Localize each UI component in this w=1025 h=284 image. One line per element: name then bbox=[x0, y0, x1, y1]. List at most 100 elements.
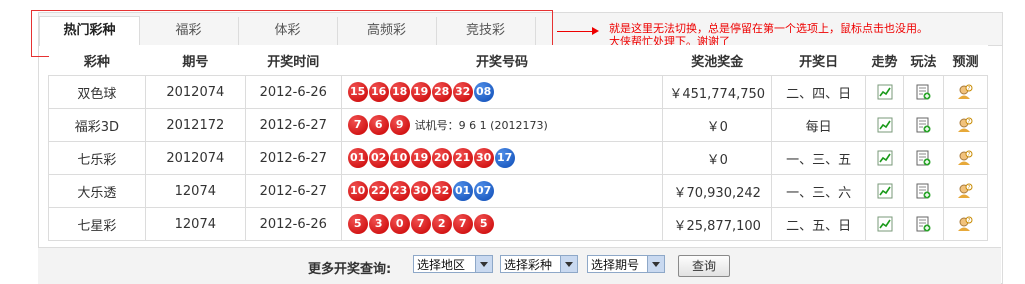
annotation-line-1: 就是这里无法切换，总是停留在第一个选项上，鼠标点击也没用。 bbox=[609, 22, 928, 35]
draw-days: 每日 bbox=[771, 108, 867, 142]
lottery-name: 七乐彩 bbox=[48, 141, 146, 175]
red-ball: 18 bbox=[389, 82, 410, 102]
jackpot-amount: ￥70,930,242 bbox=[662, 174, 773, 208]
red-ball: 32 bbox=[452, 82, 473, 102]
trend-cell bbox=[865, 75, 905, 109]
jackpot-amount: ￥451,774,750 bbox=[662, 75, 773, 109]
red-ball: 28 bbox=[431, 82, 452, 102]
red-ball: 5 bbox=[473, 214, 494, 234]
draw-days: 二、五、日 bbox=[771, 207, 867, 241]
trend-cell bbox=[865, 108, 905, 142]
forecast-icon[interactable]: ? bbox=[957, 117, 973, 133]
svg-text:?: ? bbox=[968, 119, 971, 125]
draw-date: 2012-6-27 bbox=[244, 174, 342, 208]
forecast-cell: ? bbox=[942, 174, 989, 208]
arrow-head-icon bbox=[592, 27, 599, 35]
red-ball: 16 bbox=[368, 82, 389, 102]
header-trend: 走势 bbox=[865, 45, 904, 76]
howto-cell bbox=[903, 174, 944, 208]
query-button[interactable]: 查询 bbox=[678, 255, 730, 277]
trend-chart-icon[interactable] bbox=[877, 117, 893, 133]
chevron-down-icon bbox=[560, 256, 577, 272]
red-ball: 20 bbox=[431, 148, 452, 168]
trial-number: 试机号：9 6 1 (2012173) bbox=[414, 119, 548, 132]
forecast-icon[interactable]: ? bbox=[957, 150, 973, 166]
red-ball: 6 bbox=[368, 115, 389, 135]
draw-date: 2012-6-27 bbox=[244, 141, 342, 175]
trend-chart-icon[interactable] bbox=[877, 183, 893, 199]
red-ball: 30 bbox=[473, 148, 494, 168]
select-type-value: 选择彩种 bbox=[504, 258, 553, 272]
table-header-row: 彩种 期号 开奖时间 开奖号码 奖池奖金 开奖日 走势 玩法 预测 bbox=[48, 45, 988, 76]
blue-ball: 08 bbox=[473, 82, 494, 102]
howto-cell bbox=[903, 207, 944, 241]
blue-ball: 07 bbox=[473, 181, 494, 201]
select-issue[interactable]: 选择期号 bbox=[587, 255, 665, 273]
draw-numbers: 10 22 23 30 32 01 07 bbox=[340, 174, 664, 208]
jackpot-amount: ￥25,877,100 bbox=[662, 207, 773, 241]
query-label: 更多开奖查询: bbox=[308, 262, 392, 277]
chevron-down-icon bbox=[475, 256, 492, 272]
forecast-icon[interactable]: ? bbox=[957, 183, 973, 199]
play-guide-icon[interactable] bbox=[915, 183, 931, 199]
red-ball: 10 bbox=[347, 181, 368, 201]
select-lottery-type[interactable]: 选择彩种 bbox=[500, 255, 578, 273]
table-row: 大乐透 12074 2012-6-27 10 22 23 30 32 01 07 ￥70,930,2… bbox=[48, 174, 989, 208]
forecast-cell: ? bbox=[942, 75, 989, 109]
red-ball: 10 bbox=[389, 148, 410, 168]
forecast-cell: ? bbox=[942, 141, 989, 175]
draw-numbers: 7 6 9 试机号：9 6 1 (2012173) bbox=[340, 108, 664, 142]
select-area-value: 选择地区 bbox=[417, 258, 466, 272]
lottery-name: 大乐透 bbox=[48, 174, 146, 208]
red-ball: 23 bbox=[389, 181, 410, 201]
red-ball: 7 bbox=[452, 214, 473, 234]
trend-cell bbox=[865, 141, 905, 175]
select-area[interactable]: 选择地区 bbox=[413, 255, 493, 273]
table-row: 双色球 2012074 2012-6-26 15 16 18 19 28 32 08 ￥451,77… bbox=[48, 75, 989, 109]
draw-numbers: 5307275 bbox=[340, 207, 664, 241]
play-guide-icon[interactable] bbox=[915, 84, 931, 100]
chevron-down-icon bbox=[647, 256, 664, 272]
forecast-cell: ? bbox=[942, 108, 989, 142]
play-guide-icon[interactable] bbox=[915, 216, 931, 232]
header-issue: 期号 bbox=[145, 45, 246, 76]
header-draw-days: 开奖日 bbox=[771, 45, 866, 76]
trend-cell bbox=[865, 174, 905, 208]
header-draw-time: 开奖时间 bbox=[245, 45, 342, 76]
forecast-icon[interactable]: ? bbox=[957, 84, 973, 100]
header-forecast: 预测 bbox=[943, 45, 988, 76]
table-row: 福彩3D 2012172 2012-6-27 7 6 9 试机号：9 6 1 (201217… bbox=[48, 108, 989, 142]
red-ball: 32 bbox=[431, 181, 452, 201]
trend-chart-icon[interactable] bbox=[877, 150, 893, 166]
howto-cell bbox=[903, 141, 944, 175]
red-ball: 02 bbox=[368, 148, 389, 168]
play-guide-icon[interactable] bbox=[915, 150, 931, 166]
query-bar: 更多开奖查询: 选择地区 选择彩种 选择期号 查询 bbox=[38, 247, 1001, 284]
header-howto: 玩法 bbox=[903, 45, 944, 76]
trend-chart-icon[interactable] bbox=[877, 216, 893, 232]
svg-text:?: ? bbox=[968, 218, 971, 224]
issue-number: 12074 bbox=[144, 207, 246, 241]
blue-ball: 01 bbox=[452, 181, 473, 201]
issue-number: 2012074 bbox=[144, 141, 246, 175]
play-guide-icon[interactable] bbox=[915, 117, 931, 133]
table-row: 七星彩 12074 2012-6-26 5 3 0 7 2 7 5 ￥25,877,100 二、五、日… bbox=[48, 207, 989, 241]
red-ball: 21 bbox=[452, 148, 473, 168]
lottery-name: 双色球 bbox=[48, 75, 146, 109]
jackpot-amount: ￥0 bbox=[662, 108, 773, 142]
svg-text:?: ? bbox=[968, 152, 971, 158]
red-ball: 5 bbox=[347, 214, 368, 234]
red-ball: 7 bbox=[347, 115, 368, 135]
issue-number: 2012074 bbox=[144, 75, 246, 109]
trend-chart-icon[interactable] bbox=[877, 84, 893, 100]
header-jackpot: 奖池奖金 bbox=[662, 45, 772, 76]
red-ball: 3 bbox=[368, 214, 389, 234]
red-ball: 7 bbox=[410, 214, 431, 234]
issue-number: 2012172 bbox=[144, 108, 246, 142]
lottery-name: 七星彩 bbox=[48, 207, 146, 241]
draw-date: 2012-6-26 bbox=[244, 75, 342, 109]
annotation-arrow bbox=[557, 31, 595, 32]
select-issue-value: 选择期号 bbox=[591, 258, 640, 272]
forecast-icon[interactable]: ? bbox=[957, 216, 973, 232]
howto-cell bbox=[903, 75, 944, 109]
